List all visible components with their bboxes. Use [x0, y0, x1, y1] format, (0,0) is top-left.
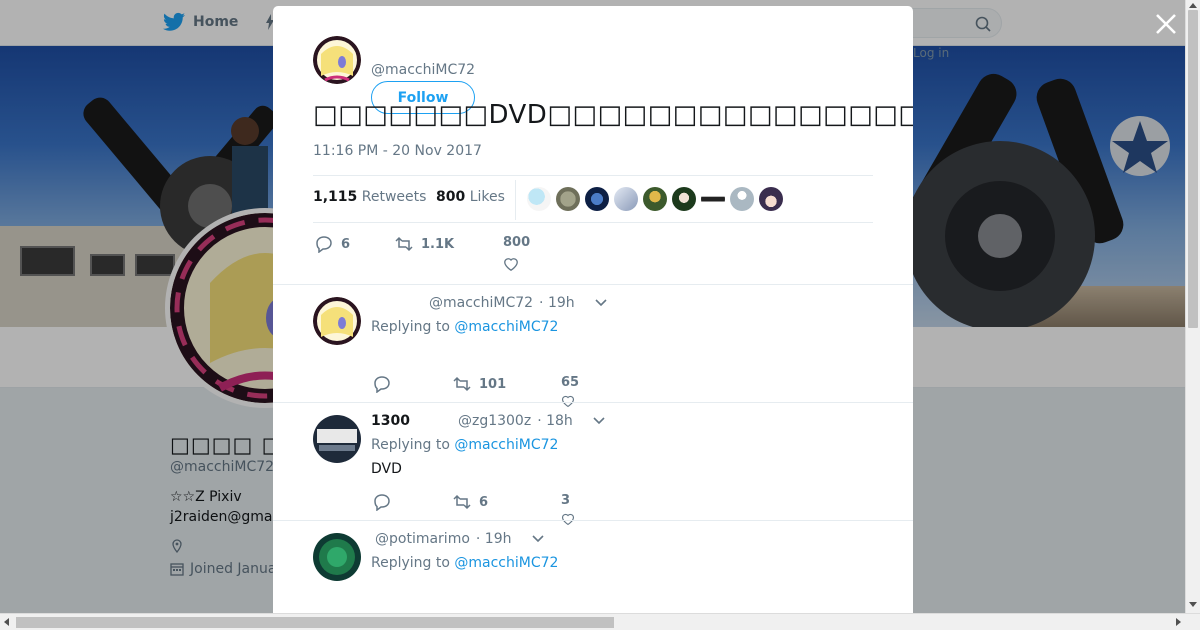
scroll-right-icon[interactable] — [1176, 618, 1181, 626]
tweet-modal: @macchiMC72 Follow □□□□□□□DVD□□□□□□□□□□□… — [273, 6, 913, 614]
scroll-down-icon[interactable] — [1189, 602, 1197, 607]
close-button[interactable] — [1154, 12, 1178, 36]
reply-count: 6 — [341, 236, 351, 252]
reply-avatar[interactable] — [313, 533, 361, 581]
like-count: 3 — [561, 493, 571, 508]
retweet-count: 6 — [479, 494, 489, 510]
reply-author-handle[interactable]: @macchiMC72 — [429, 295, 533, 311]
reply-time[interactable]: · 18h — [537, 413, 573, 429]
reply-avatar-image — [313, 533, 361, 581]
retweets-stat[interactable]: 1,115 Retweets — [313, 189, 426, 205]
reply-text: DVD — [371, 461, 402, 477]
likes-count: 800 — [436, 189, 466, 205]
liker-avatar[interactable] — [643, 187, 667, 211]
reply-item[interactable]: @macchiMC72 · 19h Replying to @macchiMC7… — [273, 284, 913, 408]
liker-avatar[interactable] — [614, 187, 638, 211]
reply-avatar[interactable] — [313, 297, 361, 345]
reply-time[interactable]: · 19h — [539, 295, 575, 311]
replying-to: Replying to @macchiMC72 — [371, 319, 558, 335]
replying-to-prefix: Replying to — [371, 319, 450, 335]
retweet-icon — [453, 494, 471, 510]
tweet-text: □□□□□□□DVD□□□□□□□□□□□□□□□□□□□□□□□□□□□□□□… — [313, 100, 913, 130]
reply-icon — [316, 236, 332, 253]
reply-avatar-image — [313, 415, 361, 463]
replying-to-link[interactable]: @macchiMC72 — [454, 555, 558, 571]
reply-item[interactable]: 1300 @zg1300z · 18h Replying to @macchiM… — [273, 402, 913, 526]
replying-to: Replying to @macchiMC72 — [371, 555, 558, 571]
like-count: 65 — [561, 375, 580, 390]
heart-icon — [504, 258, 518, 272]
retweets-label: Retweets — [361, 189, 427, 205]
reply-icon — [374, 494, 390, 511]
author-avatar[interactable] — [313, 36, 361, 84]
reply-meta: 1300 @zg1300z · 18h — [371, 413, 605, 429]
liker-avatar[interactable] — [672, 187, 696, 211]
liker-avatar[interactable] — [585, 187, 609, 211]
retweet-count: 1.1K — [421, 236, 455, 252]
vertical-scroll-thumb[interactable] — [1188, 10, 1198, 328]
reply-meta: @macchiMC72 · 19h — [371, 295, 607, 311]
close-icon — [1156, 14, 1176, 34]
reply-action[interactable] — [373, 493, 391, 511]
reply-item[interactable]: @potimarimo · 19h Replying to @macchiMC7… — [273, 520, 913, 614]
retweet-action[interactable]: 6 — [453, 493, 488, 511]
nav-login[interactable]: Log in — [913, 46, 949, 60]
chevron-down-icon[interactable] — [595, 299, 607, 307]
retweet-count: 101 — [479, 376, 507, 392]
replying-to-prefix: Replying to — [371, 555, 450, 571]
likes-stat[interactable]: 800 Likes — [436, 189, 505, 205]
retweet-action[interactable]: 101 — [453, 375, 506, 393]
chevron-down-icon[interactable] — [593, 417, 605, 425]
retweets-count: 1,115 — [313, 189, 358, 205]
replying-to-link[interactable]: @macchiMC72 — [454, 437, 558, 453]
scroll-left-icon[interactable] — [4, 618, 9, 626]
chevron-down-icon[interactable] — [531, 535, 544, 543]
retweet-icon — [453, 376, 471, 392]
author-handle[interactable]: @macchiMC72 — [371, 62, 475, 78]
reply-action[interactable]: 6 — [315, 235, 350, 253]
author-avatar-image — [313, 36, 361, 84]
liker-avatar[interactable] — [527, 187, 551, 211]
like-count: 800 — [503, 235, 531, 250]
tweet-timestamp[interactable]: 11:16 PM - 20 Nov 2017 — [313, 143, 482, 159]
replying-to-prefix: Replying to — [371, 437, 450, 453]
horizontal-scroll-thumb[interactable] — [16, 617, 614, 628]
replying-to: Replying to @macchiMC72 — [371, 437, 558, 453]
reply-author-handle[interactable]: @zg1300z — [458, 413, 531, 429]
liker-avatar[interactable] — [730, 187, 754, 211]
tweet-stats: 1,115 Retweets 800 Likes — [313, 175, 873, 223]
stats-divider — [515, 180, 516, 220]
reply-meta: @potimarimo · 19h — [371, 531, 544, 547]
reply-author-name[interactable]: 1300 — [371, 413, 410, 429]
replying-to-link[interactable]: @macchiMC72 — [454, 319, 558, 335]
horizontal-scrollbar[interactable] — [0, 613, 1200, 630]
reply-time[interactable]: · 19h — [476, 531, 512, 547]
retweet-icon — [395, 236, 413, 252]
reply-avatar-image — [313, 297, 361, 345]
reply-action[interactable] — [373, 375, 391, 393]
like-action[interactable]: 800 — [503, 235, 530, 272]
vertical-scrollbar[interactable] — [1185, 0, 1200, 613]
likers-avatars — [527, 187, 783, 211]
liker-avatar[interactable] — [701, 187, 725, 211]
reply-author-handle[interactable]: @potimarimo — [375, 531, 470, 547]
scroll-up-icon[interactable] — [1189, 3, 1197, 8]
retweet-action[interactable]: 1.1K — [395, 235, 454, 253]
reply-icon — [374, 376, 390, 393]
likes-label: Likes — [469, 189, 505, 205]
reply-avatar[interactable] — [313, 415, 361, 463]
liker-avatar[interactable] — [759, 187, 783, 211]
liker-avatar[interactable] — [556, 187, 580, 211]
